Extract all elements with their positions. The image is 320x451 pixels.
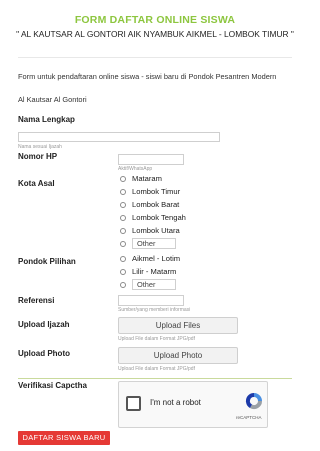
radio-button[interactable]: [120, 201, 126, 208]
nomor-hp-input[interactable]: [118, 154, 184, 165]
referensi-label: Referensi: [18, 296, 55, 305]
nama-lengkap-hint: Nama sesuai Ijazah: [18, 144, 62, 150]
kota-option-lombok-timur[interactable]: Lombok Timur: [120, 186, 180, 197]
header-divider: [18, 57, 292, 58]
recaptcha-logo-icon: [245, 392, 263, 410]
referensi-input[interactable]: [118, 295, 184, 306]
option-label: Lombok Timur: [132, 187, 181, 196]
nomor-hp-hint: Aktif/WhatsApp: [118, 166, 153, 172]
recaptcha-widget: I'm not a robot reCAPTCHA: [118, 381, 268, 428]
option-label: Lombok Tengah: [132, 213, 186, 222]
radio-button[interactable]: [120, 175, 126, 182]
radio-button[interactable]: [120, 214, 126, 221]
option-label: Aikmel - Lotim: [132, 254, 181, 263]
pondok-pilihan-label: Pondok Pilihan: [18, 257, 76, 266]
radio-button[interactable]: [120, 281, 126, 288]
upload-files-button[interactable]: Upload Files: [118, 317, 238, 334]
recaptcha-label: I'm not a robot: [150, 398, 201, 407]
kota-option-lombok-barat[interactable]: Lombok Barat: [120, 199, 179, 210]
kota-option-other[interactable]: Other: [120, 238, 176, 249]
upload-photo-label: Upload Photo: [18, 349, 70, 358]
intro-text-line2: Al Kautsar Al Gontori: [18, 95, 87, 104]
radio-button[interactable]: [120, 268, 126, 275]
pondok-option-aikmel[interactable]: Aikmel - Lotim: [120, 253, 180, 264]
kota-option-lombok-tengah[interactable]: Lombok Tengah: [120, 212, 186, 223]
nama-lengkap-input[interactable]: [18, 132, 220, 142]
submit-button[interactable]: DAFTAR SISWA BARU: [18, 431, 110, 445]
kota-option-lombok-utara[interactable]: Lombok Utara: [120, 225, 180, 236]
pondok-option-other[interactable]: Other: [120, 279, 176, 290]
form-subtitle: " AL KAUTSAR AL GONTORI AIK NYAMBUK AIKM…: [16, 29, 294, 39]
radio-button[interactable]: [120, 188, 126, 195]
form-title: FORM DAFTAR ONLINE SISWA: [74, 14, 236, 26]
upload-photo-button[interactable]: Upload Photo: [118, 347, 238, 364]
kota-asal-label: Kota Asal: [18, 179, 55, 188]
kota-other-input[interactable]: Other: [132, 238, 176, 249]
nama-lengkap-label: Nama Lengkap: [18, 115, 75, 124]
upload-ijazah-label: Upload Ijazah: [18, 320, 70, 329]
recaptcha-brand: reCAPTCHA: [236, 415, 262, 420]
option-label: Lilir - Matarm: [132, 267, 177, 276]
upload-photo-hint: Upload File dalam Format JPG/pdf: [118, 366, 195, 372]
referensi-hint: Sumber/yang memberi informasi: [118, 307, 191, 313]
intro-text-line1: Form untuk pendaftaran online siswa - si…: [18, 72, 277, 81]
upload-ijazah-hint: Upload File dalam Format JPG/pdf: [118, 336, 195, 342]
option-label: Lombok Barat: [132, 200, 180, 209]
radio-button[interactable]: [120, 255, 126, 262]
nomor-hp-label: Nomor HP: [18, 152, 58, 161]
pondok-other-input[interactable]: Other: [132, 279, 176, 290]
option-label: Lombok Utara: [132, 226, 180, 235]
verifikasi-captcha-label: Verifikasi Capctha: [18, 381, 87, 390]
pondok-option-lilir[interactable]: Lilir - Matarm: [120, 266, 176, 277]
option-label: Mataram: [132, 174, 162, 183]
radio-button[interactable]: [120, 240, 126, 247]
kota-option-mataram[interactable]: Mataram: [120, 173, 162, 184]
recaptcha-checkbox[interactable]: [126, 396, 141, 411]
radio-button[interactable]: [120, 227, 126, 234]
section-divider: [18, 378, 292, 379]
